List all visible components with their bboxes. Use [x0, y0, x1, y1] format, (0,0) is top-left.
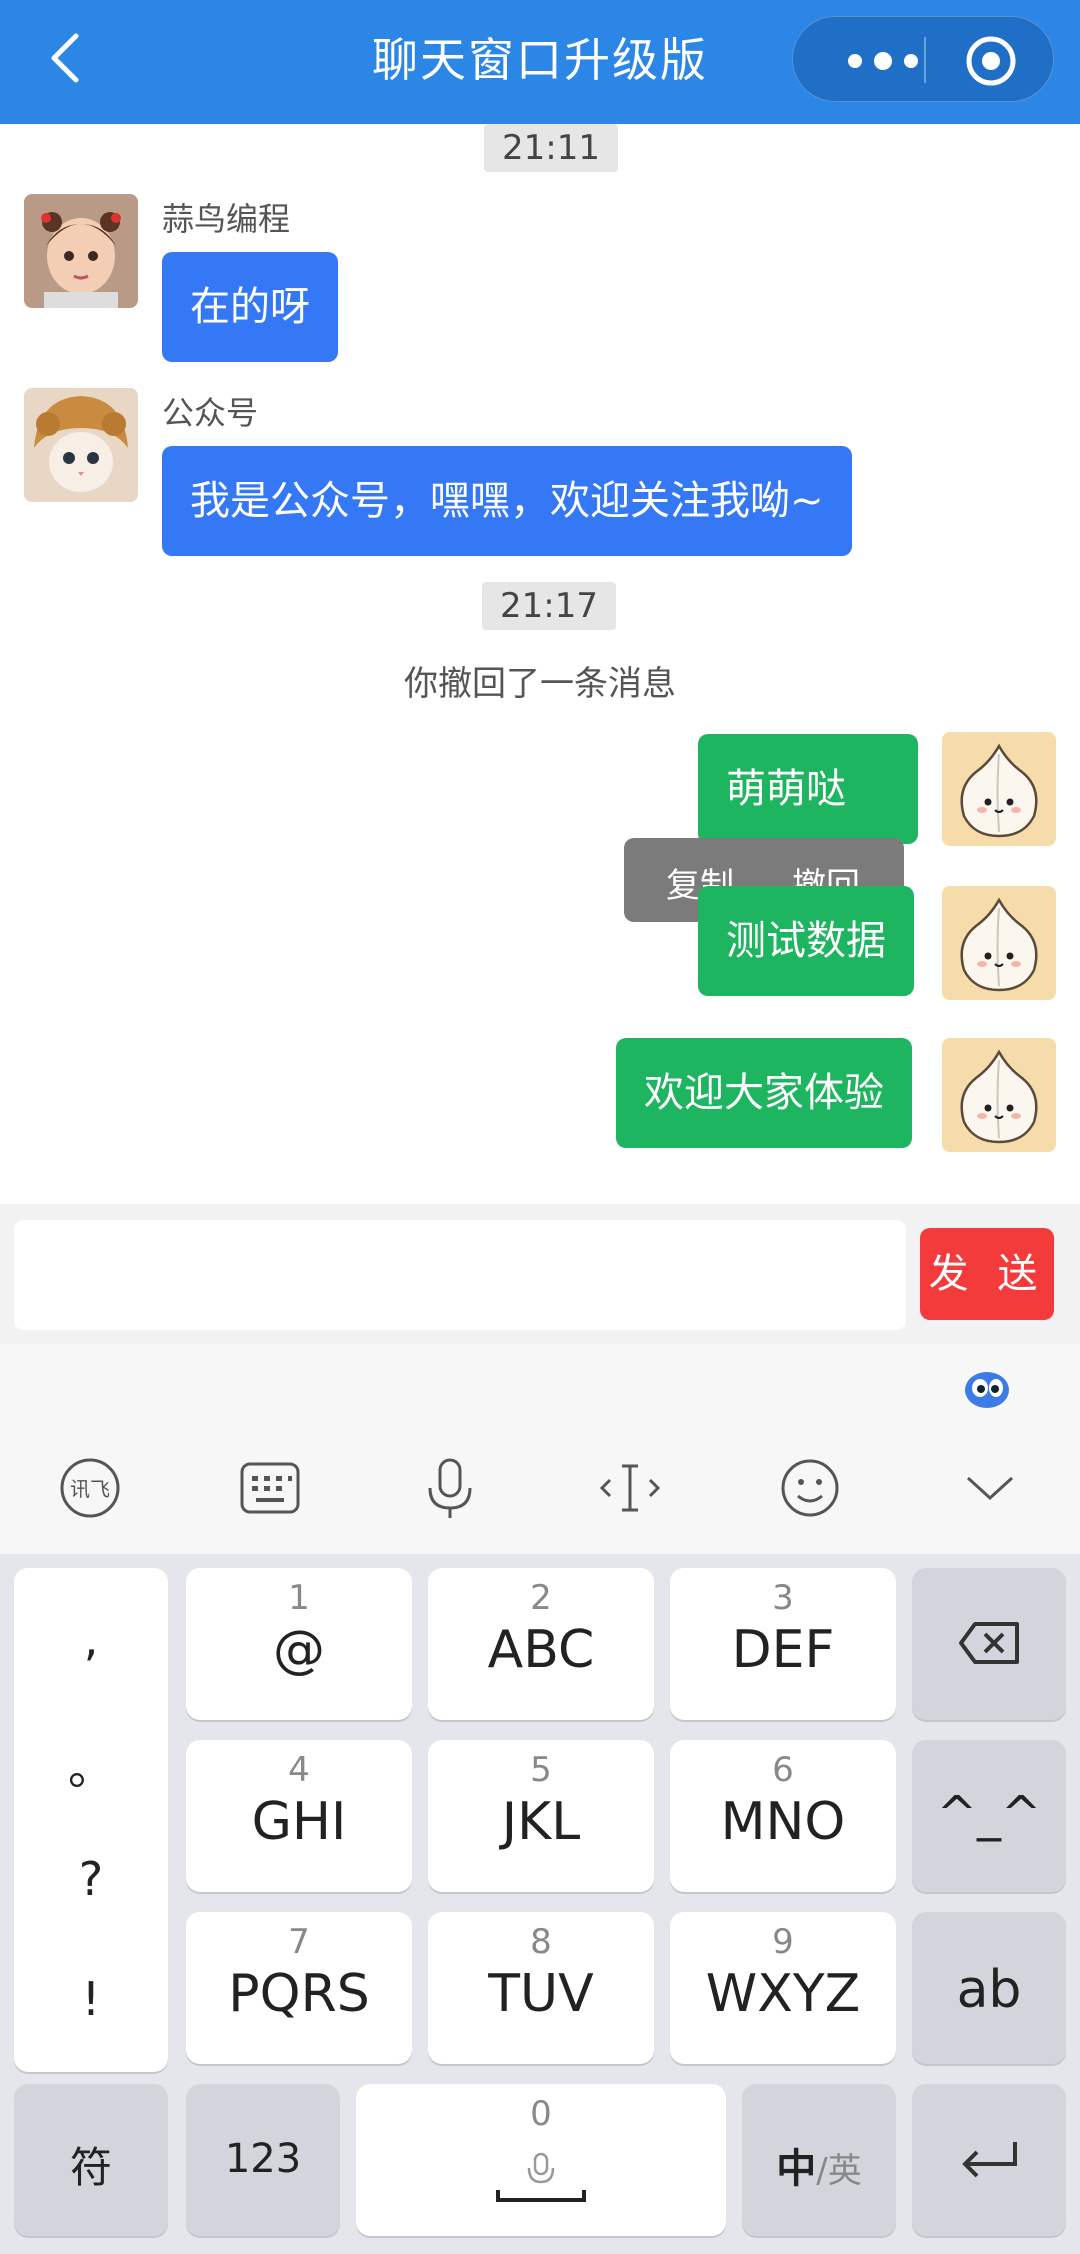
key-9[interactable]: 9 WXYZ — [670, 1912, 896, 2064]
emoticon-key[interactable]: ^_^ — [912, 1740, 1066, 1892]
key-number: 0 — [530, 2094, 552, 2134]
message-bubble[interactable]: 在的呀 — [162, 252, 338, 362]
key-8[interactable]: 8 TUV — [428, 1912, 654, 2064]
key-number: 7 — [288, 1922, 310, 1962]
punct-key[interactable]: ! — [14, 1972, 168, 2026]
cursor-move-icon[interactable] — [594, 1452, 666, 1524]
ime-logo-icon[interactable]: 讯飞 — [54, 1452, 126, 1524]
key-number: 8 — [530, 1922, 552, 1962]
key-3[interactable]: 3 DEF — [670, 1568, 896, 1720]
punct-key[interactable]: 。 — [14, 1732, 168, 1798]
key-letters: JKL — [501, 1792, 581, 1852]
emoji-icon[interactable] — [774, 1452, 846, 1524]
key-letters: TUV — [488, 1964, 594, 2024]
timestamp: 21:11 — [484, 124, 618, 172]
timestamp: 21:17 — [482, 582, 616, 630]
key-letters: DEF — [731, 1620, 835, 1680]
message-bubble-mine[interactable]: 测试数据 — [698, 886, 914, 996]
symbol-key[interactable]: 符 — [14, 2084, 168, 2236]
navigation-bar: 聊天窗口升级版 — [0, 0, 1080, 124]
key-letters: MNO — [720, 1792, 846, 1852]
assistant-orb-icon[interactable] — [960, 1362, 1014, 1416]
key-letters: GHI — [251, 1792, 347, 1852]
key-label: 123 — [224, 2136, 302, 2182]
key-letters: WXYZ — [705, 1964, 861, 2024]
avatar-garlic[interactable] — [942, 886, 1056, 1000]
key-1[interactable]: 1 @ — [186, 1568, 412, 1720]
punct-key[interactable]: , — [14, 1612, 168, 1666]
key-number: 6 — [772, 1750, 794, 1790]
keyboard-icon[interactable] — [234, 1452, 306, 1524]
avatar-cat[interactable] — [24, 388, 138, 502]
sender-name: 公众号 — [162, 394, 259, 432]
key-letters: ABC — [487, 1620, 595, 1680]
key-7[interactable]: 7 PQRS — [186, 1912, 412, 2064]
more-icon[interactable] — [833, 41, 933, 81]
backspace-icon — [959, 1622, 1019, 1664]
key-6[interactable]: 6 MNO — [670, 1740, 896, 1892]
numbers-key[interactable]: 123 — [186, 2084, 340, 2236]
message-bubble-mine[interactable]: 欢迎大家体验 — [616, 1038, 912, 1148]
key-label: 符 — [69, 2143, 112, 2192]
capsule-divider — [924, 37, 926, 83]
key-letters: @ — [273, 1620, 325, 1680]
close-target-icon[interactable] — [963, 33, 1019, 89]
send-button[interactable]: 发 送 — [920, 1228, 1054, 1320]
nine-key-keyboard: , 。 ? ! 1 @ 2 ABC 3 DEF 4 GHI 5 JKL 6 MN… — [0, 1554, 1080, 2254]
backspace-key[interactable] — [912, 1568, 1066, 1720]
sender-name: 蒜鸟编程 — [162, 200, 291, 238]
avatar-garlic[interactable] — [942, 732, 1056, 846]
key-5[interactable]: 5 JKL — [428, 1740, 654, 1892]
key-number: 5 — [530, 1750, 552, 1790]
mini-program-capsule — [792, 16, 1054, 102]
space-zero-key[interactable]: 0 — [356, 2084, 726, 2236]
enter-icon — [962, 2142, 1017, 2178]
message-input-bar: 发 送 — [0, 1204, 1080, 1344]
key-number: 4 — [288, 1750, 310, 1790]
microphone-icon[interactable] — [414, 1452, 486, 1524]
message-bubble[interactable]: 我是公众号，嘿嘿，欢迎关注我呦~ — [162, 446, 852, 556]
key-2[interactable]: 2 ABC — [428, 1568, 654, 1720]
message-input[interactable] — [14, 1220, 906, 1330]
key-4[interactable]: 4 GHI — [186, 1740, 412, 1892]
svg-text:讯飞: 讯飞 — [70, 1477, 110, 1501]
punctuation-column[interactable]: , 。 ? ! — [14, 1568, 168, 2072]
language-switch-key[interactable]: 中/英 — [742, 2084, 896, 2236]
ab-key[interactable]: ab — [912, 1912, 1066, 2064]
key-label: ab — [956, 1960, 1022, 2020]
language-label: 中/英 — [742, 2136, 896, 2194]
key-number: 2 — [530, 1578, 552, 1618]
message-text: 萌萌哒 — [726, 766, 846, 812]
recall-notice: 你撤回了一条消息 — [404, 664, 676, 704]
space-mic-icon — [496, 2152, 586, 2202]
keyboard-tool-row: 讯飞 — [0, 1430, 1080, 1550]
key-number: 3 — [772, 1578, 794, 1618]
punct-key[interactable]: ? — [14, 1852, 168, 1906]
key-label: ^_^ — [936, 1786, 1042, 1842]
key-number: 1 — [288, 1578, 310, 1618]
lang-english: /英 — [816, 2151, 862, 2191]
avatar-girl[interactable] — [24, 194, 138, 308]
collapse-keyboard-icon[interactable] — [954, 1452, 1026, 1524]
avatar-garlic[interactable] — [942, 1038, 1056, 1152]
enter-key[interactable] — [912, 2084, 1066, 2236]
key-letters: PQRS — [228, 1964, 370, 2024]
lang-chinese: 中 — [776, 2146, 817, 2192]
message-bubble-mine[interactable]: 萌萌哒 — [698, 734, 918, 844]
chat-message-list[interactable]: 21:11 蒜鸟编程 在的呀 公众号 我是公众号，嘿嘿，欢迎关注我呦~ 21:1… — [0, 124, 1080, 1204]
key-number: 9 — [772, 1922, 794, 1962]
